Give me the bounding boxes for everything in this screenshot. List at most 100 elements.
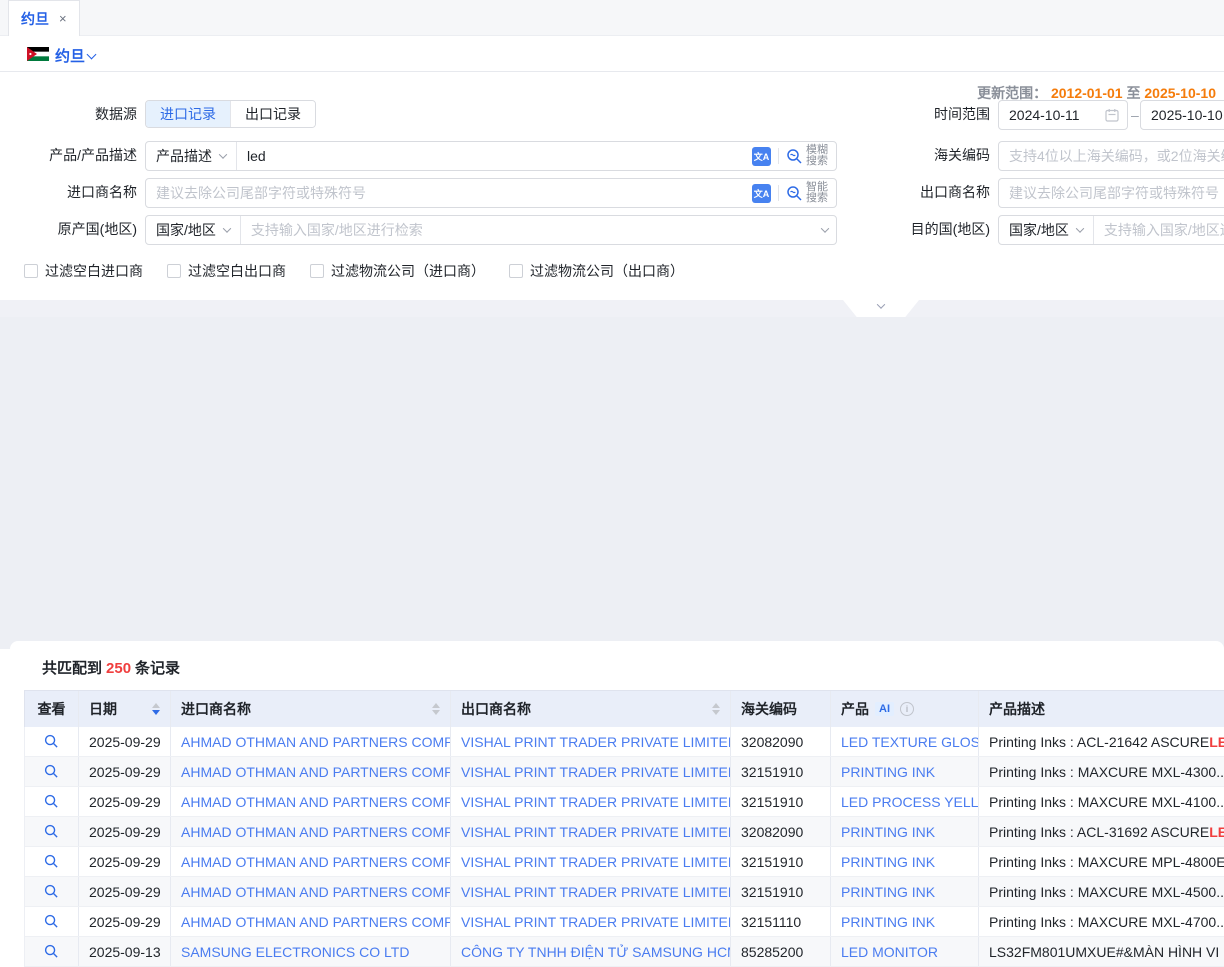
filter-form: 更新范围： 2012-01-01 至 2025-10-10 数据源 进口记录 出… (0, 73, 1224, 300)
product-link[interactable]: PRINTING INK (831, 757, 979, 786)
product-field-selector[interactable]: 产品描述 (146, 142, 237, 170)
tab-close-icon[interactable]: × (59, 11, 67, 26)
sort-icon[interactable] (432, 703, 440, 715)
translate-icon[interactable]: 文A (752, 184, 771, 203)
exporter-link[interactable]: VISHAL PRINT TRADER PRIVATE LIMITED (451, 907, 731, 936)
magnifier-icon (44, 854, 59, 869)
info-icon[interactable]: i (900, 702, 914, 716)
results-card: 共匹配到250条记录 查看 日期 进口商名称 出口商名称 海关编码 (10, 641, 1224, 966)
product-label: 产品/产品描述 (0, 141, 137, 169)
checkbox-icon[interactable] (167, 264, 181, 278)
product-link[interactable]: LED PROCESS YELLOW... (831, 787, 979, 816)
chevron-down-icon[interactable] (821, 224, 829, 232)
sort-icon[interactable] (712, 703, 720, 715)
exporter-link[interactable]: VISHAL PRINT TRADER PRIVATE LIMITED (451, 847, 731, 876)
view-record-button[interactable] (44, 944, 59, 959)
destination-selector-value: 国家/地区 (1009, 220, 1069, 240)
magnifier-icon (44, 764, 59, 779)
date-cell: 2025-09-29 (79, 727, 171, 756)
importer-link[interactable]: SAMSUNG ELECTRONICS CO LTD (171, 937, 451, 966)
exporter-link[interactable]: VISHAL PRINT TRADER PRIVATE LIMITED (451, 817, 731, 846)
view-record-button[interactable] (44, 824, 59, 839)
chevron-down-icon[interactable] (87, 50, 97, 60)
time-range-end-input[interactable] (1141, 107, 1224, 123)
exporter-link[interactable]: VISHAL PRINT TRADER PRIVATE LIMITED (451, 787, 731, 816)
date-cell: 2025-09-29 (79, 757, 171, 786)
view-record-button[interactable] (44, 914, 59, 929)
checkbox-label: 过滤物流公司（出口商） (530, 261, 684, 281)
importer-link[interactable]: AHMAD OTHMAN AND PARTNERS COMPA... (171, 727, 451, 756)
checkbox-icon[interactable] (509, 264, 523, 278)
tab-title: 约旦 (21, 9, 49, 29)
importer-link[interactable]: AHMAD OTHMAN AND PARTNERS COMPA... (171, 877, 451, 906)
exporter-link[interactable]: VISHAL PRINT TRADER PRIVATE LIMITED (451, 757, 731, 786)
importer-link[interactable]: AHMAD OTHMAN AND PARTNERS COMPA... (171, 847, 451, 876)
destination-search-input[interactable] (1094, 222, 1224, 238)
importer-field-group: 文A 智能搜索 (145, 178, 837, 208)
product-link[interactable]: PRINTING INK (831, 817, 979, 846)
importer-link[interactable]: AHMAD OTHMAN AND PARTNERS COMPA... (171, 757, 451, 786)
column-header-hs-code: 海关编码 (731, 691, 831, 727)
time-range-start-input[interactable] (999, 107, 1105, 123)
hs-code-cell: 32151910 (731, 847, 831, 876)
collapse-toggle[interactable] (843, 300, 919, 317)
view-record-button[interactable] (44, 734, 59, 749)
import-records-button[interactable]: 进口记录 (146, 101, 230, 127)
column-header-date[interactable]: 日期 (79, 691, 171, 727)
fuzzy-search-button[interactable]: 模糊搜索 (786, 145, 828, 167)
origin-search-input[interactable] (241, 222, 822, 238)
exporter-link[interactable]: CÔNG TY TNHH ĐIỆN TỬ SAMSUNG HCMC... (451, 937, 731, 966)
filter-logistics-importer-checkbox[interactable]: 过滤物流公司（进口商） (310, 261, 485, 281)
view-record-button[interactable] (44, 764, 59, 779)
count-suffix: 条记录 (135, 660, 180, 677)
view-record-button[interactable] (44, 854, 59, 869)
origin-country-selector[interactable]: 国家/地区 (146, 216, 241, 244)
exporter-link[interactable]: VISHAL PRINT TRADER PRIVATE LIMITED (451, 727, 731, 756)
export-records-button[interactable]: 出口记录 (230, 101, 315, 127)
description-cell: Printing Inks : MAXCURE MXL-4500... (979, 877, 1224, 906)
filter-blank-importer-checkbox[interactable]: 过滤空白进口商 (24, 261, 143, 281)
importer-input[interactable] (146, 185, 752, 201)
importer-link[interactable]: AHMAD OTHMAN AND PARTNERS COMPA... (171, 787, 451, 816)
tab-jordan[interactable]: 约旦 × (8, 0, 80, 36)
exporter-field (998, 178, 1224, 208)
time-range-start-field (998, 100, 1128, 130)
sort-icon[interactable] (152, 703, 160, 715)
calendar-icon[interactable] (1105, 108, 1119, 122)
product-link[interactable]: PRINTING INK (831, 907, 979, 936)
hs-code-input[interactable] (999, 148, 1224, 164)
view-record-button[interactable] (44, 884, 59, 899)
table-row: 2025-09-29AHMAD OTHMAN AND PARTNERS COMP… (25, 907, 1224, 937)
country-name[interactable]: 约旦 (55, 45, 85, 66)
update-range-start: 2012-01-01 (1051, 85, 1123, 101)
importer-link[interactable]: AHMAD OTHMAN AND PARTNERS COMPA... (171, 817, 451, 846)
importer-link[interactable]: AHMAD OTHMAN AND PARTNERS COMPA... (171, 907, 451, 936)
tab-bar: 约旦 × (0, 0, 1224, 36)
smart-search-button[interactable]: 智能搜索 (786, 182, 828, 204)
ai-badge: AI (875, 702, 894, 716)
exporter-link[interactable]: VISHAL PRINT TRADER PRIVATE LIMITED (451, 877, 731, 906)
view-record-button[interactable] (44, 794, 59, 809)
product-link[interactable]: PRINTING INK (831, 877, 979, 906)
column-header-importer[interactable]: 进口商名称 (171, 691, 451, 727)
translate-icon[interactable]: 文A (752, 147, 771, 166)
description-cell: Printing Inks : MAXCURE MPL-4800E... (979, 847, 1224, 876)
magnifier-icon (44, 884, 59, 899)
exporter-input[interactable] (999, 185, 1224, 201)
destination-label: 目的国(地区) (850, 215, 990, 243)
destination-country-selector[interactable]: 国家/地区 (999, 216, 1094, 244)
product-link[interactable]: LED MONITOR (831, 937, 979, 966)
country-header: 约旦 (0, 36, 1224, 72)
checkbox-label: 过滤物流公司（进口商） (331, 261, 485, 281)
date-cell: 2025-09-29 (79, 877, 171, 906)
checkbox-icon[interactable] (310, 264, 324, 278)
filter-logistics-exporter-checkbox[interactable]: 过滤物流公司（出口商） (509, 261, 684, 281)
product-link[interactable]: LED TEXTURE GLOSS ... (831, 727, 979, 756)
filter-blank-exporter-checkbox[interactable]: 过滤空白出口商 (167, 261, 286, 281)
column-header-exporter[interactable]: 出口商名称 (451, 691, 731, 727)
product-link[interactable]: PRINTING INK (831, 847, 979, 876)
product-search-input[interactable] (237, 148, 752, 164)
product-field-group: 产品描述 文A 模糊搜索 (145, 141, 837, 171)
checkbox-icon[interactable] (24, 264, 38, 278)
search-icon (786, 185, 803, 202)
